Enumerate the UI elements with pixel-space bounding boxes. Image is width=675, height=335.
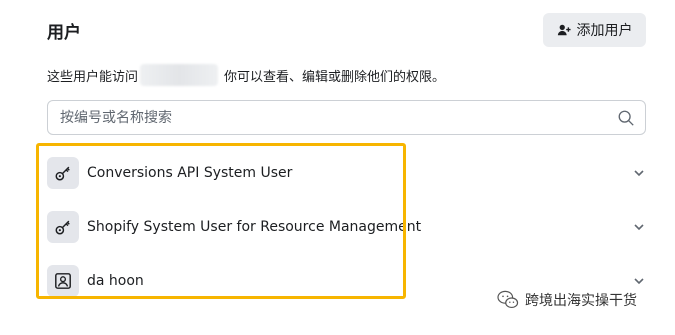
add-user-button-label: 添加用户	[576, 23, 633, 39]
redacted-business-name	[140, 64, 219, 86]
user-row[interactable]: Conversions API System User	[47, 156, 647, 190]
description: 这些用户能访问 你可以查看、编辑或删除他们的权限。	[47, 64, 445, 86]
user-row[interactable]: Shopify System User for Resource Managem…	[47, 210, 647, 244]
user-name: da hoon	[87, 273, 144, 289]
description-text-end: 你可以查看、编辑或删除他们的权限。	[224, 69, 446, 85]
key-icon	[47, 211, 79, 243]
watermark: 跨境出海实操干货	[497, 290, 637, 310]
wechat-icon	[497, 290, 519, 309]
search-box[interactable]	[47, 100, 646, 135]
add-person-icon	[557, 24, 571, 36]
search-input[interactable]	[58, 108, 617, 127]
watermark-text: 跨境出海实操干货	[525, 293, 637, 309]
profile-card-icon	[47, 265, 79, 297]
chevron-down-icon[interactable]	[632, 220, 646, 234]
chevron-down-icon[interactable]	[632, 274, 646, 288]
add-user-button[interactable]: 添加用户	[543, 13, 646, 47]
page-title: 用户	[47, 23, 81, 43]
key-icon	[47, 157, 79, 189]
search-icon[interactable]	[617, 109, 635, 127]
chevron-down-icon[interactable]	[632, 166, 646, 180]
user-name: Conversions API System User	[87, 165, 293, 181]
description-text-start: 这些用户能访问	[47, 69, 139, 85]
user-name: Shopify System User for Resource Managem…	[87, 219, 422, 235]
